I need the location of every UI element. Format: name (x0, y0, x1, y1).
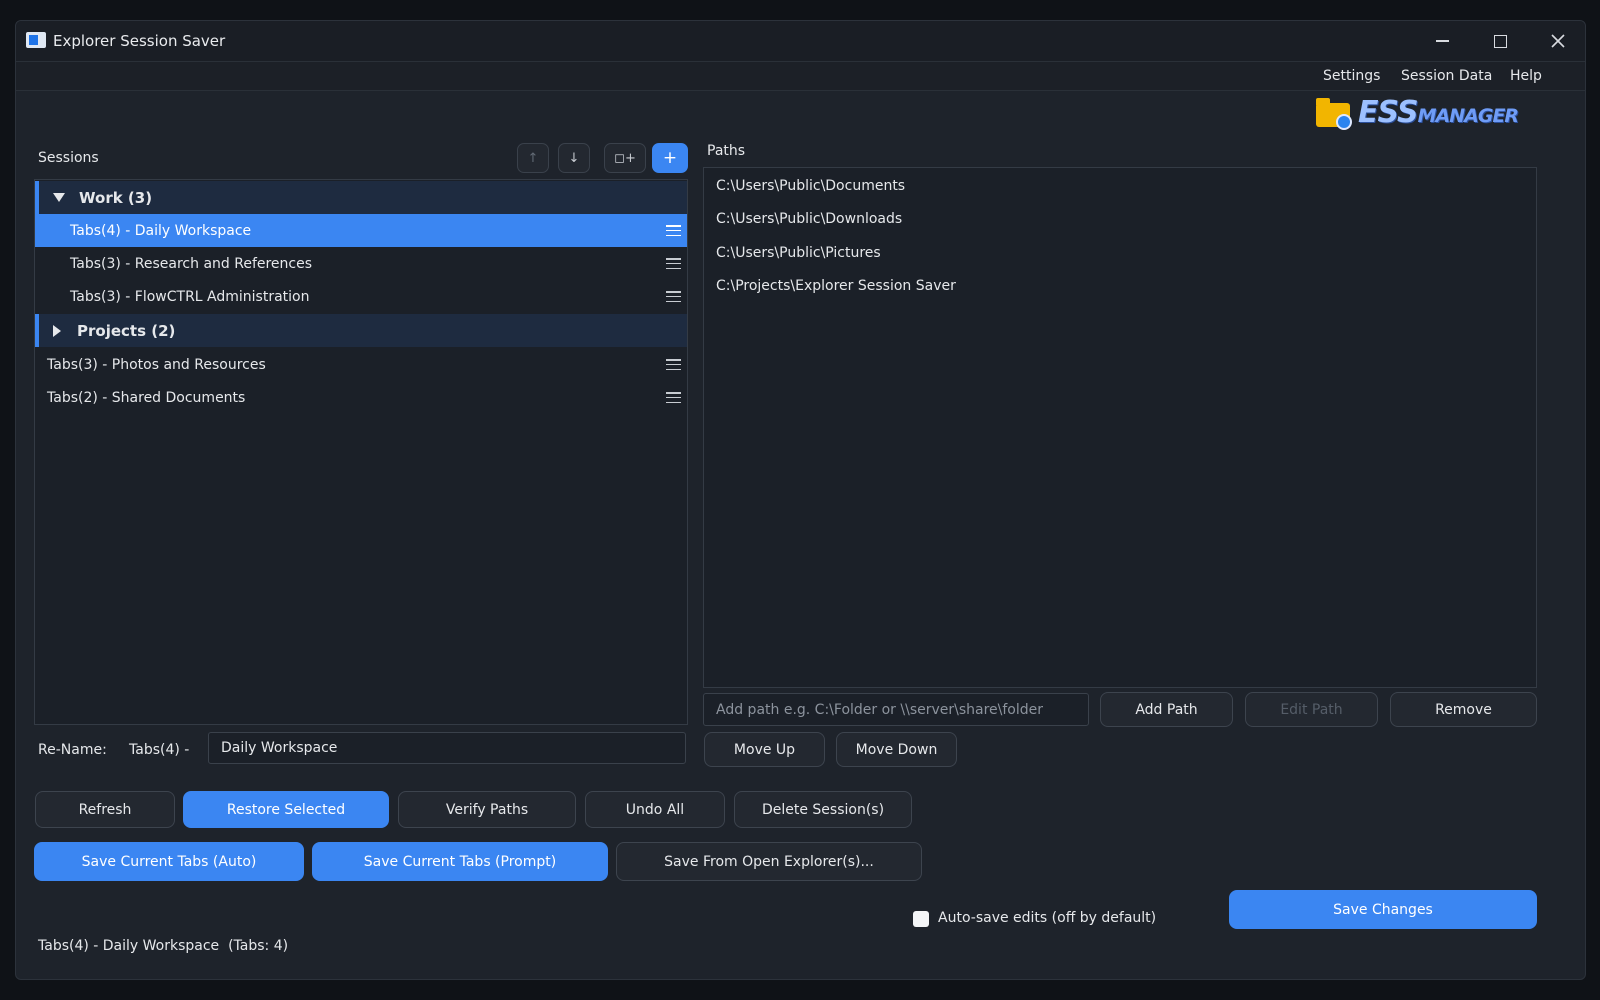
group-label: Projects (2) (77, 321, 176, 340)
menu-session-data[interactable]: Session Data (1401, 68, 1492, 84)
drag-handle-icon[interactable] (666, 225, 681, 236)
path-item[interactable]: C:\Users\Public\Documents (716, 178, 905, 194)
expand-icon[interactable] (53, 324, 61, 337)
drag-handle-icon[interactable] (666, 392, 681, 403)
save-current-tabs-prompt-button[interactable]: Save Current Tabs (Prompt) (312, 842, 608, 881)
menu-bar: Settings Session Data Help (16, 61, 1585, 91)
move-down-button[interactable]: Move Down (836, 732, 957, 767)
add-session-button[interactable]: + (652, 143, 688, 173)
autosave-label: Auto-save edits (off by default) (938, 910, 1157, 926)
paths-label: Paths (707, 143, 746, 159)
drag-handle-icon[interactable] (666, 359, 681, 370)
window-title: Explorer Session Saver (53, 32, 226, 50)
save-changes-button[interactable]: Save Changes (1229, 890, 1537, 929)
status-text: Tabs(4) - Daily Workspace (Tabs: 4) (38, 938, 289, 954)
refresh-button[interactable]: Refresh (35, 791, 175, 828)
rename-label: Re-Name: (38, 742, 107, 758)
app-icon (26, 32, 46, 48)
session-label: Tabs(3) - FlowCTRL Administration (70, 288, 310, 305)
rename-prefix: Tabs(4) - (129, 742, 190, 758)
session-row[interactable]: Tabs(3) - FlowCTRL Administration (35, 280, 687, 313)
verify-paths-button[interactable]: Verify Paths (398, 791, 576, 828)
sessions-label: Sessions (38, 150, 99, 166)
session-label: Tabs(3) - Research and References (70, 255, 313, 272)
session-row[interactable]: Tabs(4) - Daily Workspace (35, 214, 687, 247)
drag-handle-icon[interactable] (666, 291, 681, 302)
path-item[interactable]: C:\Projects\Explorer Session Saver (716, 278, 956, 294)
restore-selected-button[interactable]: Restore Selected (183, 791, 389, 828)
drag-handle-icon[interactable] (666, 258, 681, 269)
save-from-explorer-button[interactable]: Save From Open Explorer(s)... (616, 842, 922, 881)
move-up-button[interactable]: Move Up (704, 732, 825, 767)
delete-sessions-button[interactable]: Delete Session(s) (734, 791, 912, 828)
sessions-tree[interactable]: Work (3) Tabs(4) - Daily Workspace Tabs(… (34, 179, 688, 725)
undo-all-button[interactable]: Undo All (585, 791, 725, 828)
collapse-icon[interactable] (53, 193, 65, 202)
session-row[interactable]: Tabs(2) - Shared Documents (35, 381, 687, 414)
move-session-up-button[interactable]: ↑ (517, 143, 549, 173)
minimize-button[interactable] (1419, 27, 1465, 55)
menu-settings[interactable]: Settings (1323, 68, 1380, 84)
session-row[interactable]: Tabs(3) - Photos and Resources (35, 348, 687, 381)
logo-manager: MANAGER (1417, 105, 1519, 127)
rename-input[interactable] (208, 732, 686, 764)
close-icon (1551, 34, 1565, 48)
save-current-tabs-auto-button[interactable]: Save Current Tabs (Auto) (34, 842, 304, 881)
group-work[interactable]: Work (3) (35, 181, 687, 214)
menu-help[interactable]: Help (1510, 68, 1542, 84)
remove-path-button[interactable]: Remove (1390, 692, 1537, 727)
folder-icon (1316, 98, 1352, 130)
autosave-checkbox[interactable] (913, 911, 929, 927)
add-path-input[interactable] (703, 693, 1089, 726)
logo-ess: ESS (1358, 95, 1419, 130)
app-window: Explorer Session Saver Settings Session … (15, 20, 1586, 980)
title-bar[interactable]: Explorer Session Saver (16, 21, 1585, 61)
maximize-button[interactable] (1477, 27, 1523, 55)
path-item[interactable]: C:\Users\Public\Pictures (716, 245, 881, 261)
edit-path-button[interactable]: Edit Path (1245, 692, 1378, 727)
add-group-button[interactable]: ◻+ (604, 143, 646, 173)
ess-manager-logo: ESSMANAGER (1316, 95, 1519, 133)
move-session-down-button[interactable]: ↓ (558, 143, 590, 173)
logo-text: ESSMANAGER (1358, 95, 1519, 130)
session-label: Tabs(2) - Shared Documents (47, 389, 246, 406)
session-label: Tabs(4) - Daily Workspace (70, 222, 252, 239)
path-item[interactable]: C:\Users\Public\Downloads (716, 211, 902, 227)
close-button[interactable] (1535, 27, 1581, 55)
add-path-button[interactable]: Add Path (1100, 692, 1233, 727)
paths-list[interactable]: C:\Users\Public\Documents C:\Users\Publi… (703, 167, 1537, 688)
group-label: Work (3) (79, 188, 153, 207)
session-row[interactable]: Tabs(3) - Research and References (35, 247, 687, 280)
group-projects[interactable]: Projects (2) (35, 314, 687, 347)
session-label: Tabs(3) - Photos and Resources (47, 356, 266, 373)
